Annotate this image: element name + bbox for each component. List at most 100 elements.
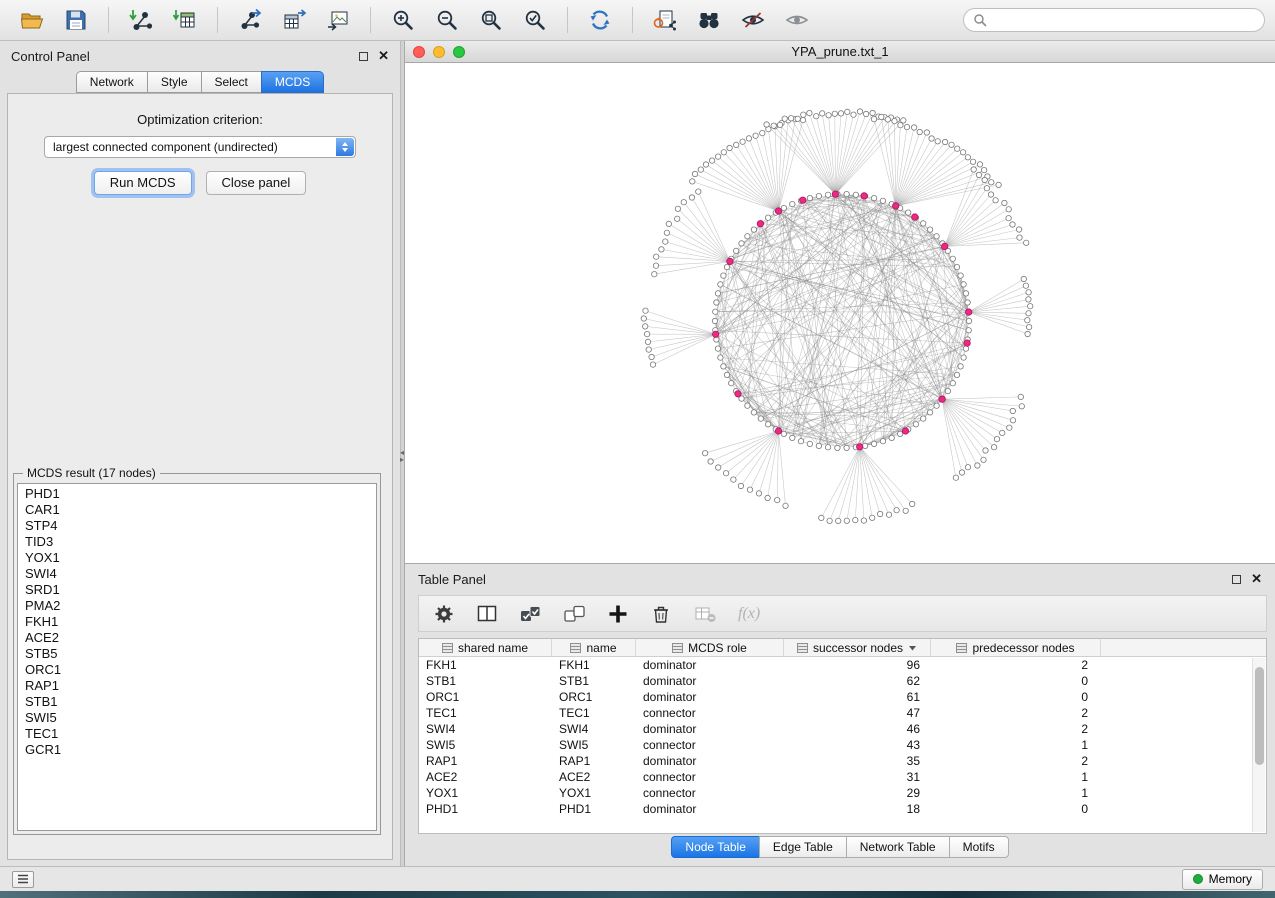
mcds-result-item[interactable]: GCR1 bbox=[25, 742, 376, 758]
table-cell: 18 bbox=[784, 802, 931, 816]
mcds-result-item[interactable]: STB5 bbox=[25, 646, 376, 662]
table-scrollbar[interactable] bbox=[1252, 658, 1265, 832]
column-header-successor-nodes[interactable]: successor nodes bbox=[784, 639, 931, 656]
function-builder-button-disabled[interactable]: f(x) bbox=[738, 605, 760, 623]
import-network-button[interactable] bbox=[126, 5, 156, 35]
mcds-result-item[interactable]: STB1 bbox=[25, 694, 376, 710]
show-details-button[interactable] bbox=[782, 5, 812, 35]
mcds-result-list[interactable]: PHD1CAR1STP4TID3YOX1SWI4SRD1PMA2FKH1ACE2… bbox=[17, 483, 377, 831]
mcds-result-item[interactable]: PMA2 bbox=[25, 598, 376, 614]
window-minimize-button[interactable] bbox=[433, 46, 445, 58]
optimization-criterion-select[interactable]: largest connected component (undirected) bbox=[44, 136, 356, 158]
mcds-result-item[interactable]: TEC1 bbox=[25, 726, 376, 742]
table-row[interactable]: STB1STB1dominator620 bbox=[419, 673, 1266, 689]
float-table-panel-button[interactable] bbox=[1232, 575, 1241, 584]
table-row[interactable]: SWI4SWI4dominator462 bbox=[419, 721, 1266, 737]
fx-icon: f(x) bbox=[738, 605, 760, 623]
show-columns-button[interactable] bbox=[476, 603, 498, 625]
close-panel-button[interactable]: Close panel bbox=[206, 171, 307, 195]
hide-details-button[interactable] bbox=[738, 5, 768, 35]
memory-button[interactable]: Memory bbox=[1182, 869, 1263, 890]
table-cell: ACE2 bbox=[419, 770, 552, 784]
table-row[interactable]: YOX1YOX1connector291 bbox=[419, 785, 1266, 801]
save-session-button[interactable] bbox=[61, 5, 91, 35]
tab-node-table[interactable]: Node Table bbox=[671, 836, 760, 858]
select-all-button[interactable] bbox=[519, 603, 542, 625]
control-panel: Control Panel ✕ Network Style Select MCD… bbox=[0, 41, 400, 866]
clone-network-button[interactable] bbox=[650, 5, 680, 35]
mcds-result-item[interactable]: PHD1 bbox=[25, 486, 376, 502]
network-view[interactable] bbox=[405, 63, 1275, 563]
table-row[interactable]: PHD1PHD1dominator180 bbox=[419, 801, 1266, 817]
column-header-predecessor-nodes[interactable]: predecessor nodes bbox=[931, 639, 1101, 656]
scrollbar-thumb[interactable] bbox=[1255, 667, 1264, 765]
mcds-result-item[interactable]: ACE2 bbox=[25, 630, 376, 646]
table-row[interactable]: RAP1RAP1dominator352 bbox=[419, 753, 1266, 769]
zoom-selected-button[interactable] bbox=[520, 5, 550, 35]
deselect-all-button[interactable] bbox=[563, 603, 586, 625]
tab-mcds[interactable]: MCDS bbox=[261, 71, 324, 93]
column-sort-icon bbox=[672, 643, 683, 653]
mcds-result-item[interactable]: RAP1 bbox=[25, 678, 376, 694]
mcds-result-item[interactable]: CAR1 bbox=[25, 502, 376, 518]
tab-network-table[interactable]: Network Table bbox=[846, 836, 950, 858]
tab-style[interactable]: Style bbox=[147, 71, 202, 93]
table-cell: dominator bbox=[636, 754, 784, 768]
tab-motifs[interactable]: Motifs bbox=[949, 836, 1009, 858]
tab-network[interactable]: Network bbox=[76, 71, 148, 93]
mcds-panel: Optimization criterion: largest connecte… bbox=[7, 93, 393, 860]
trash-icon bbox=[650, 603, 672, 625]
zoom-out-button[interactable] bbox=[432, 5, 462, 35]
mcds-result-item[interactable]: SWI4 bbox=[25, 566, 376, 582]
column-header-shared-name[interactable]: shared name bbox=[419, 639, 552, 656]
save-icon bbox=[63, 7, 89, 33]
table-cell: ACE2 bbox=[552, 770, 636, 784]
export-network-button[interactable] bbox=[235, 5, 265, 35]
zoom-in-icon bbox=[390, 7, 416, 33]
table-cell: 43 bbox=[784, 738, 931, 752]
table-row[interactable]: SWI5SWI5connector431 bbox=[419, 737, 1266, 753]
table-row[interactable]: ACE2ACE2connector311 bbox=[419, 769, 1266, 785]
desktop-background-strip bbox=[0, 891, 1275, 898]
column-header-name[interactable]: name bbox=[552, 639, 636, 656]
open-file-button[interactable] bbox=[17, 5, 47, 35]
mcds-result-item[interactable]: TID3 bbox=[25, 534, 376, 550]
table-row[interactable]: ORC1ORC1dominator610 bbox=[419, 689, 1266, 705]
zoom-fit-button[interactable] bbox=[476, 5, 506, 35]
table-row[interactable]: FKH1FKH1dominator962 bbox=[419, 657, 1266, 673]
export-table-button[interactable] bbox=[279, 5, 309, 35]
search-input[interactable] bbox=[993, 12, 1255, 28]
mcds-result-item[interactable]: SRD1 bbox=[25, 582, 376, 598]
search-network-button[interactable] bbox=[694, 5, 724, 35]
table-settings-button[interactable] bbox=[433, 603, 455, 625]
close-table-panel-button[interactable]: ✕ bbox=[1251, 573, 1262, 585]
mcds-result-item[interactable]: SWI5 bbox=[25, 710, 376, 726]
run-mcds-button[interactable]: Run MCDS bbox=[94, 171, 192, 195]
eye-slash-icon bbox=[740, 7, 766, 33]
delete-table-button-disabled[interactable] bbox=[693, 603, 717, 625]
mcds-result-item[interactable]: FKH1 bbox=[25, 614, 376, 630]
mcds-result-item[interactable]: ORC1 bbox=[25, 662, 376, 678]
toolbar-separator bbox=[632, 7, 633, 33]
apply-layout-button[interactable] bbox=[585, 5, 615, 35]
main-area: YPA_prune.txt_1 Table Panel ✕ bbox=[405, 41, 1275, 866]
create-column-button[interactable] bbox=[607, 603, 629, 625]
table-cell: TEC1 bbox=[419, 706, 552, 720]
zoom-in-button[interactable] bbox=[388, 5, 418, 35]
status-bar: Memory bbox=[0, 866, 1275, 891]
export-image-button[interactable] bbox=[323, 5, 353, 35]
table-cell: dominator bbox=[636, 690, 784, 704]
window-close-button[interactable] bbox=[413, 46, 425, 58]
close-control-panel-button[interactable]: ✕ bbox=[378, 50, 389, 62]
window-maximize-button[interactable] bbox=[453, 46, 465, 58]
import-table-button[interactable] bbox=[170, 5, 200, 35]
delete-column-button[interactable] bbox=[650, 603, 672, 625]
tab-select[interactable]: Select bbox=[201, 71, 262, 93]
table-row[interactable]: TEC1TEC1connector472 bbox=[419, 705, 1266, 721]
tab-edge-table[interactable]: Edge Table bbox=[759, 836, 847, 858]
float-panel-button[interactable] bbox=[359, 52, 368, 61]
mcds-result-item[interactable]: STP4 bbox=[25, 518, 376, 534]
status-menu-button[interactable] bbox=[12, 871, 34, 888]
mcds-result-item[interactable]: YOX1 bbox=[25, 550, 376, 566]
column-header-mcds-role[interactable]: MCDS role bbox=[636, 639, 784, 656]
